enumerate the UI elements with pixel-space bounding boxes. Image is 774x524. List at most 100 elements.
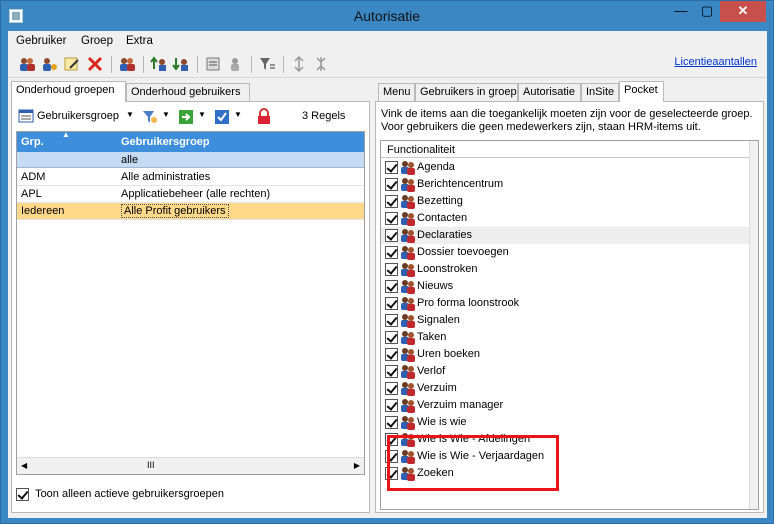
toolbar: Licentieaantallen [8, 52, 767, 78]
filter-icon[interactable] [258, 55, 276, 73]
collapse-icon[interactable] [312, 55, 330, 73]
menu-groep[interactable]: Groep [81, 35, 113, 47]
cell-grp: APL [21, 188, 42, 200]
close-button[interactable]: ✕ [720, 1, 766, 22]
list-item[interactable]: Declaraties [381, 227, 750, 244]
list-item[interactable]: Signalen [381, 312, 750, 329]
right-pane: Menu Gebruikers in groep Autorisatie InS… [375, 81, 764, 513]
maximize-button[interactable]: ▢ [694, 1, 720, 22]
list-item[interactable]: Verzuim [381, 380, 750, 397]
list-item[interactable]: Verlof [381, 363, 750, 380]
scroll-right-icon[interactable]: ▶ [354, 461, 360, 470]
tab-insite[interactable]: InSite [581, 83, 619, 101]
tab-pocket[interactable]: Pocket [619, 81, 664, 102]
horizontal-scrollbar[interactable]: ◀ III ▶ [17, 457, 364, 474]
tab-onderhoud-groepen[interactable]: Onderhoud groepen [11, 81, 126, 102]
item-checkbox[interactable] [385, 246, 398, 259]
cell-grp: ADM [21, 171, 46, 183]
item-label: Verzuim manager [417, 399, 504, 411]
item-checkbox[interactable] [385, 416, 398, 429]
list-item[interactable]: Nieuws [381, 278, 750, 295]
item-checkbox[interactable] [385, 382, 398, 395]
table-row[interactable]: APL Applicatiebeheer (alle rechten) [17, 186, 364, 203]
item-checkbox[interactable] [385, 348, 398, 361]
list-item[interactable]: Uren boeken [381, 346, 750, 363]
checkmark-icon[interactable] [214, 109, 230, 125]
row-count: 3 Regels [302, 110, 346, 122]
list-item[interactable]: Contacten [381, 210, 750, 227]
list-item[interactable]: Loonstroken [381, 261, 750, 278]
menu-extra[interactable]: Extra [126, 35, 153, 47]
edit-icon[interactable] [63, 55, 81, 73]
item-label: Signalen [417, 314, 460, 326]
user-settings-icon[interactable] [40, 55, 58, 73]
expand-icon[interactable] [290, 55, 308, 73]
item-checkbox[interactable] [385, 365, 398, 378]
chevron-down-icon[interactable]: ▼ [162, 110, 170, 119]
list-item[interactable]: Verzuim manager [381, 397, 750, 414]
group-by-label[interactable]: Gebruikersgroep [37, 110, 119, 122]
move-down-icon[interactable] [172, 55, 190, 73]
users-icon [401, 263, 415, 277]
active-groups-toggle[interactable]: Toon alleen actieve gebruikersgroepen [16, 488, 224, 504]
scroll-thumb[interactable]: III [147, 460, 155, 470]
move-up-icon[interactable] [150, 55, 168, 73]
chevron-down-icon[interactable]: ▼ [126, 110, 134, 119]
list-item[interactable]: Taken [381, 329, 750, 346]
minimize-button[interactable]: — [668, 1, 694, 22]
group-users-icon[interactable] [118, 55, 136, 73]
lock-icon[interactable] [256, 108, 272, 125]
users-icon [401, 348, 415, 362]
tab-onderhoud-gebruikers[interactable]: Onderhoud gebruikers [126, 83, 250, 101]
vertical-scrollbar[interactable] [749, 141, 758, 509]
scroll-left-icon[interactable]: ◀ [21, 461, 27, 470]
menu-gebruiker[interactable]: Gebruiker [16, 35, 67, 47]
tab-menu[interactable]: Menu [378, 83, 415, 101]
item-checkbox[interactable] [385, 212, 398, 225]
export-arrow-icon[interactable] [178, 109, 194, 125]
list-item[interactable]: Pro forma loonstrook [381, 295, 750, 312]
filter-icon[interactable] [142, 109, 158, 125]
active-groups-checkbox[interactable] [16, 488, 29, 501]
item-label: Verlof [417, 365, 446, 377]
item-checkbox[interactable] [385, 314, 398, 327]
item-checkbox[interactable] [385, 195, 398, 208]
description: Vink de items aan die toegankelijk moete… [381, 108, 753, 134]
list-item[interactable]: Wie is wie [381, 414, 750, 431]
item-checkbox[interactable] [385, 280, 398, 293]
report-icon[interactable] [204, 55, 222, 73]
tab-autorisatie[interactable]: Autorisatie [518, 83, 581, 101]
column-functionaliteit[interactable]: Functionaliteit [387, 144, 455, 156]
column-grp[interactable]: Grp. [21, 136, 44, 148]
highlight-box [387, 435, 559, 491]
users-icon [401, 212, 415, 226]
users-icon[interactable] [18, 55, 36, 73]
group-by-icon[interactable] [18, 109, 34, 123]
item-checkbox[interactable] [385, 399, 398, 412]
item-checkbox[interactable] [385, 263, 398, 276]
item-checkbox[interactable] [385, 161, 398, 174]
delete-icon[interactable] [86, 55, 104, 73]
item-checkbox[interactable] [385, 178, 398, 191]
tab-gebruikers-in-groep[interactable]: Gebruikers in groep [415, 83, 518, 101]
grid-filter-row[interactable]: alle [17, 152, 364, 168]
item-checkbox[interactable] [385, 229, 398, 242]
list-item[interactable]: Agenda [381, 159, 750, 176]
table-row[interactable]: ADM Alle administraties [17, 169, 364, 186]
filter-value[interactable]: alle [121, 154, 138, 166]
item-checkbox[interactable] [385, 331, 398, 344]
item-checkbox[interactable] [385, 297, 398, 310]
licentieaantallen-link[interactable]: Licentieaantallen [674, 56, 757, 68]
user-grey-icon[interactable] [226, 55, 244, 73]
table-row-selected[interactable]: Iedereen Alle Profit gebruikers [17, 203, 364, 220]
description-line-1: Vink de items aan die toegankelijk moete… [381, 108, 753, 120]
chevron-down-icon[interactable]: ▼ [234, 110, 242, 119]
list-item[interactable]: Bezetting [381, 193, 750, 210]
chevron-down-icon[interactable]: ▼ [198, 110, 206, 119]
users-icon [401, 195, 415, 209]
title-bar[interactable]: Autorisatie — ▢ ✕ [1, 1, 773, 31]
list-item[interactable]: Berichtencentrum [381, 176, 750, 193]
active-groups-label: Toon alleen actieve gebruikersgroepen [35, 488, 225, 501]
column-gebruikersgroep[interactable]: Gebruikersgroep [121, 136, 210, 148]
list-item[interactable]: Dossier toevoegen [381, 244, 750, 261]
